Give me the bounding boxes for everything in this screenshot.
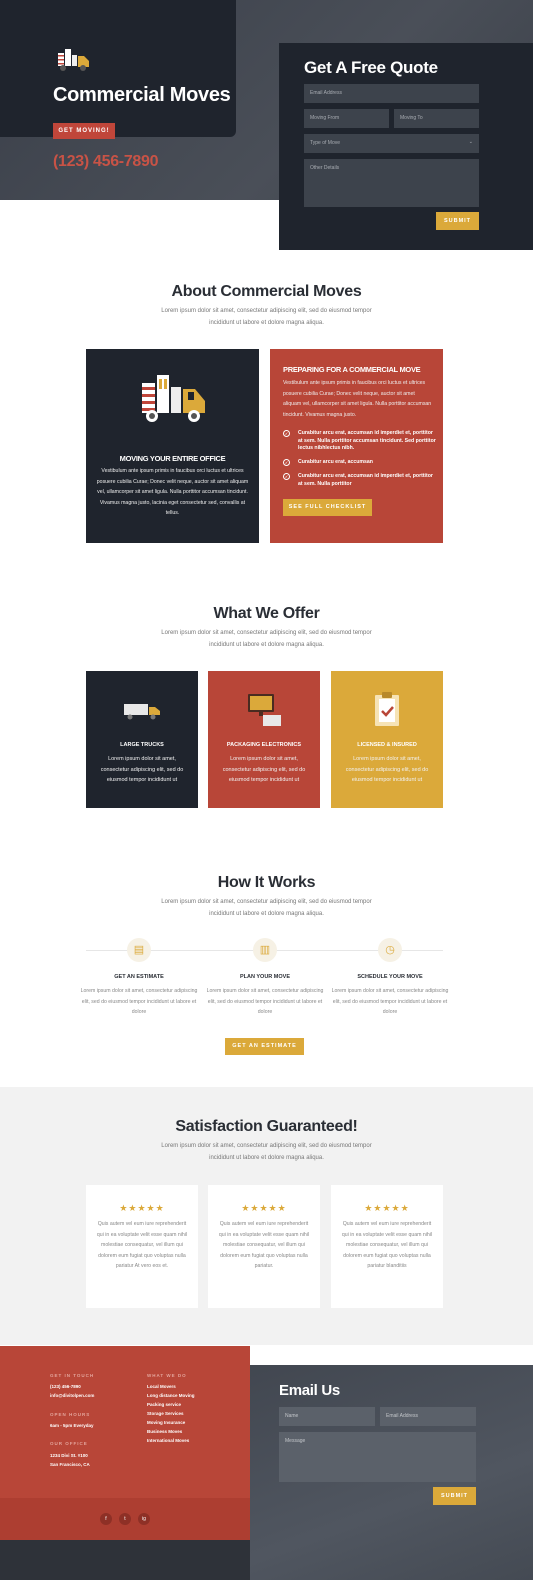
moving-from-field[interactable]: Moving From	[304, 109, 389, 128]
office-move-truck-icon	[142, 375, 205, 422]
checklist-item-text: Curabitur arcu erat, accumsan id imperdi…	[298, 473, 433, 487]
get-in-touch-heading: GET IN TOUCH	[50, 1373, 95, 1378]
offer-card-text: Lorem ipsum dolor sit amet, consectetur …	[222, 756, 306, 783]
offer-text: Lorem ipsum dolor sit amet, consectetur …	[161, 630, 372, 648]
name-field[interactable]: Name	[279, 1407, 375, 1426]
checklist-item: ✓ Curabitur arcu erat, accumsan	[283, 459, 438, 467]
document-icon: ▤	[127, 938, 151, 962]
testimonials-title: Satisfaction Guaranteed!	[175, 1118, 358, 1135]
footer-contact-panel	[0, 1346, 250, 1498]
hero-phone[interactable]: (123) 456-7890	[53, 153, 159, 171]
about-red-title: PREPARING FOR A COMMERCIAL MOVE	[283, 365, 421, 374]
how-text: Lorem ipsum dolor sit amet, consectetur …	[161, 899, 372, 917]
check-icon: ✓	[283, 473, 290, 480]
about-red-text: Vestibulum ante ipsum primis in faucibus…	[283, 380, 432, 418]
testimonial-card: ★★★★★ Quis autem vel eum iure reprehende…	[208, 1185, 320, 1308]
star-rating: ★★★★★	[241, 1203, 287, 1213]
truck-icon	[58, 49, 89, 71]
step-title: PLAN YOUR MOVE	[239, 974, 290, 980]
star-rating: ★★★★★	[364, 1203, 410, 1213]
offer-card-large-trucks: LARGE TRUCKS Lorem ipsum dolor sit amet,…	[86, 671, 198, 808]
what-we-do-heading: WHAT WE DO	[147, 1373, 187, 1378]
offer-card-packaging-electronics: PACKAGING ELECTRONICS Lorem ipsum dolor …	[208, 671, 320, 808]
clipboard-icon: ▥	[253, 938, 277, 962]
testimonial-text: Quis autem vel eum iure reprehenderit qu…	[96, 1221, 188, 1269]
testimonials-text: Lorem ipsum dolor sit amet, consectetur …	[161, 1143, 372, 1161]
offer-title: What We Offer	[213, 605, 320, 622]
check-icon: ✓	[283, 459, 290, 466]
clock-icon: ◷	[378, 938, 402, 962]
offer-card-title: LICENSED & INSURED	[357, 742, 417, 748]
offer-card-licensed-insured: LICENSED & INSURED Lorem ipsum dolor sit…	[331, 671, 443, 808]
clipboard-icon	[375, 692, 399, 726]
quote-title: Get A Free Quote	[304, 58, 438, 77]
about-text: Lorem ipsum dolor sit amet, consectetur …	[161, 308, 372, 326]
testimonial-text: Quis autem vel eum iure reprehenderit qu…	[218, 1221, 310, 1269]
checklist-item-text: Curabitur arcu erat, accumsan	[298, 459, 373, 465]
about-dark-text: Vestibulum ante ipsum primis in faucibus…	[96, 468, 249, 516]
open-hours-heading: OPEN HOURS	[50, 1412, 91, 1417]
testimonial-card: ★★★★★ Quis autem vel eum iure reprehende…	[86, 1185, 198, 1308]
offer-card-title: LARGE TRUCKS	[120, 742, 164, 748]
get-an-estimate-button[interactable]: GET AN ESTIMATE	[225, 1038, 304, 1055]
checklist-item: ✓ Curabitur arcu erat, accumsan id imper…	[283, 473, 438, 488]
about-dark-title: MOVING YOUR ENTIRE OFFICE	[119, 454, 226, 463]
step-title: SCHEDULE YOUR MOVE	[357, 974, 423, 980]
monitor-icon	[248, 694, 281, 726]
twitter-icon[interactable]: t	[119, 1513, 131, 1525]
footer-service-link[interactable]: Long distance Moving	[147, 1391, 195, 1400]
hero-panel	[0, 0, 236, 137]
star-rating: ★★★★★	[119, 1203, 165, 1213]
checklist-item-text: Curabitur arcu erat, accumsan id imperdi…	[298, 430, 436, 451]
type-of-move-select[interactable]: Type of Move ⌄	[304, 134, 479, 153]
quote-submit-button[interactable]: SUBMIT	[436, 212, 479, 230]
check-icon: ✓	[283, 430, 290, 437]
checklist-item: ✓ Curabitur arcu erat, accumsan id imper…	[283, 430, 438, 453]
offer-card-title: PACKAGING ELECTRONICS	[226, 742, 302, 748]
hero-title: Commercial Moves	[53, 84, 231, 106]
email-submit-button[interactable]: SUBMIT	[433, 1487, 476, 1505]
about-title: About Commercial Moves	[171, 283, 362, 300]
footer-hours: 6am - 5pm Everyday	[50, 1423, 94, 1428]
truck-icon	[124, 704, 160, 720]
footer-service-link[interactable]: Business Moves	[147, 1427, 182, 1436]
footer-address-line1: 1234 Divi St. #100	[50, 1453, 88, 1458]
offer-card-text: Lorem ipsum dolor sit amet, consectetur …	[345, 756, 429, 783]
message-field[interactable]: Message	[279, 1432, 476, 1482]
testimonial-card: ★★★★★ Quis autem vel eum iure reprehende…	[331, 1185, 443, 1308]
footer-phone[interactable]: (123) 456-7890	[50, 1382, 81, 1391]
chevron-down-icon: ⌄	[468, 139, 473, 145]
footer-email[interactable]: info@divitolpen.com	[50, 1391, 94, 1400]
get-moving-button[interactable]: GET MOVING!	[53, 123, 115, 139]
instagram-icon[interactable]: ig	[138, 1513, 150, 1525]
email-field[interactable]: Email Address	[304, 84, 479, 103]
our-office-heading: OUR OFFICE	[50, 1441, 88, 1446]
footer-address-line2: San Francisco, CA	[50, 1462, 90, 1467]
footer-service-link[interactable]: Moving Insurance	[147, 1418, 185, 1427]
footer-service-link[interactable]: International Moves	[147, 1436, 189, 1445]
type-of-move-label: Type of Move	[310, 140, 341, 146]
how-title: How It Works	[217, 874, 316, 891]
email-field[interactable]: Email Address	[380, 1407, 476, 1426]
step-text: Lorem ipsum dolor sit amet, consectetur …	[80, 988, 198, 1015]
footer-service-link[interactable]: Packing service	[147, 1400, 181, 1409]
moving-to-field[interactable]: Moving To	[394, 109, 479, 128]
step-title: GET AN ESTIMATE	[114, 974, 164, 980]
footer-service-link[interactable]: Storage Services	[147, 1409, 184, 1418]
step-text: Lorem ipsum dolor sit amet, consectetur …	[206, 988, 324, 1015]
see-full-checklist-button[interactable]: SEE FULL CHECKLIST	[283, 499, 372, 516]
other-details-field[interactable]: Other Details	[304, 159, 479, 207]
footer-service-link[interactable]: Local Movers	[147, 1382, 176, 1391]
email-us-title: Email Us	[279, 1382, 340, 1399]
offer-card-text: Lorem ipsum dolor sit amet, consectetur …	[100, 756, 184, 783]
step-text: Lorem ipsum dolor sit amet, consectetur …	[331, 988, 449, 1015]
footer-bottom	[0, 1540, 250, 1580]
facebook-icon[interactable]: f	[100, 1513, 112, 1525]
testimonial-text: Quis autem vel eum iure reprehenderit qu…	[341, 1221, 433, 1269]
